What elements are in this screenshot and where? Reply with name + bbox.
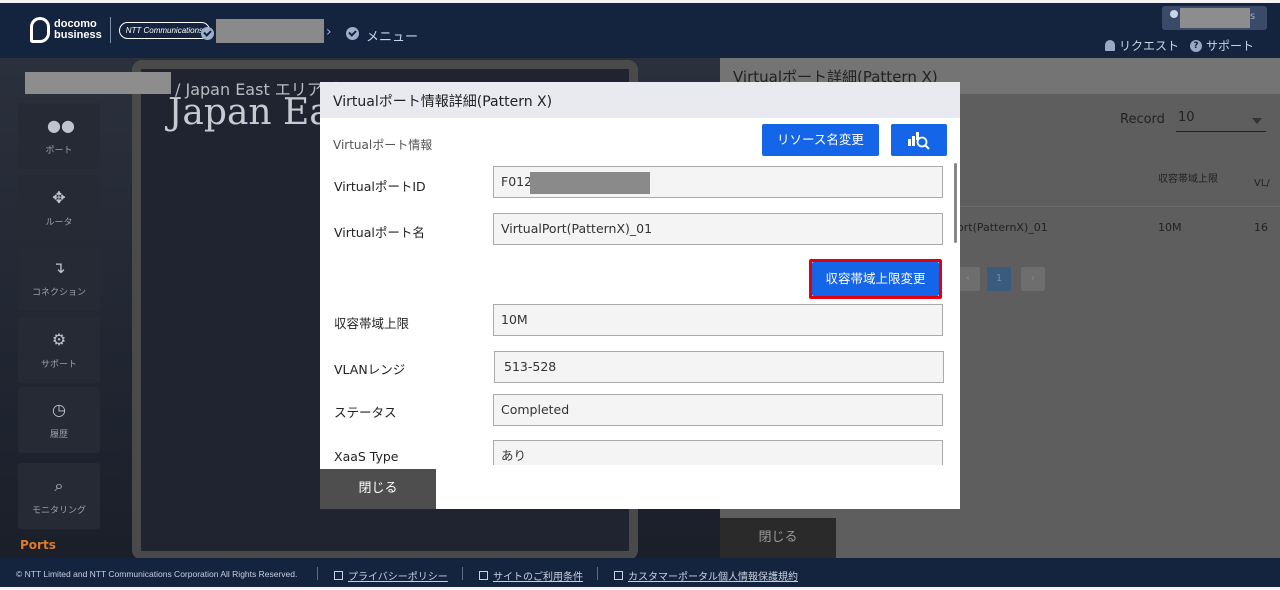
customer-portal-policy-link[interactable]: カスタマーポータル個人情報保護規約 (614, 568, 798, 583)
column-header-vlan: VL/ (1254, 178, 1270, 189)
pagination-next[interactable]: › (1021, 267, 1045, 291)
copyright-text: © NTT Limited and NTT Communications Cor… (16, 569, 298, 579)
sidebar-item-label: 履歴 (49, 430, 68, 440)
router-icon: ✥ (52, 188, 66, 207)
vlan-field: 513-528 (494, 351, 944, 383)
sidebar-item-history[interactable]: ◷ 履歴 (18, 387, 100, 453)
highlight-annotation (809, 259, 942, 299)
privacy-label: プライバシーポリシー (348, 572, 448, 583)
sidebar-item-label: サポート (40, 360, 77, 370)
sidebar: ●● ポート ✥ ルータ ↴ コネクション ⚙ サポート ◷ 履歴 ⌕ モニタリ… (0, 95, 120, 560)
external-link-icon (614, 571, 623, 580)
vlan-label: VLANレンジ (334, 362, 406, 377)
docomo-d-mark (30, 17, 50, 43)
port-id-field: F012 (493, 166, 943, 198)
panel-close-button[interactable]: 閉じる (720, 518, 836, 558)
sidebar-item-port[interactable]: ●● ポート (18, 103, 100, 169)
modal-close-button[interactable]: 閉じる (320, 469, 436, 509)
pagination-page[interactable]: 1 (987, 267, 1011, 291)
port-id-label: VirtualポートID (334, 179, 426, 194)
check-circle-icon (346, 27, 359, 40)
port-name-field: VirtualPort(PatternX)_01 (493, 213, 943, 245)
port-icon: ●● (47, 116, 75, 135)
docomo-business-logo[interactable]: docomo business NTT Communications (30, 17, 211, 43)
external-link-icon (479, 571, 488, 580)
external-link-icon (334, 571, 343, 580)
logo-line2: business (54, 29, 102, 41)
footer-divider (462, 567, 463, 580)
ntt-communications-logo: NTT Communications (118, 21, 211, 39)
port-name-label: Virtualポート名 (334, 225, 425, 240)
column-header-bandwidth: 収容帯域上限 (1158, 174, 1218, 185)
footer-divider (317, 567, 318, 580)
menu-link[interactable]: メニュー (366, 26, 418, 45)
modal-scrollbar[interactable] (954, 163, 957, 243)
virtual-port-info-modal: Virtualポート情報詳細(Pattern X) Virtualポート情報 リ… (320, 82, 960, 509)
bandwidth-label: 収容帯域上限 (334, 316, 410, 331)
cell-vlan: 16 (1254, 221, 1268, 234)
logo-text: docomo business (54, 19, 102, 41)
monitoring-icon: ⌕ (54, 476, 64, 495)
sidebar-item-monitoring[interactable]: ⌕ モニタリング (18, 463, 100, 529)
redacted-breadcrumb (216, 19, 324, 43)
check-circle-icon (201, 27, 214, 40)
status-field: Completed (493, 394, 943, 426)
monitoring-icon (908, 132, 930, 150)
support-link[interactable]: ? サポート (1190, 37, 1254, 54)
record-label: Record (1120, 112, 1165, 127)
cell-bandwidth: 10M (1158, 221, 1182, 234)
record-select[interactable]: 10 (1176, 110, 1266, 132)
history-icon: ◷ (52, 400, 66, 419)
xaas-type-label: XaaS Type (334, 449, 399, 464)
section-label: Virtualポート情報 (333, 138, 433, 152)
user-icon (1170, 10, 1178, 18)
sidebar-item-label: ルータ (45, 218, 73, 228)
terms-label: サイトのご利用条件 (493, 572, 583, 583)
footer: © NTT Limited and NTT Communications Cor… (0, 558, 1280, 590)
cell-port-name: ort(PatternX)_01 (957, 221, 1048, 234)
sidebar-item-router[interactable]: ✥ ルータ (18, 175, 100, 241)
redacted-title (25, 72, 171, 94)
terms-link[interactable]: サイトのご利用条件 (479, 568, 583, 583)
question-icon: ? (1190, 39, 1202, 52)
customer-portal-label: カスタマーポータル個人情報保護規約 (628, 572, 798, 583)
modal-header: Virtualポート情報詳細(Pattern X) (320, 82, 960, 118)
sidebar-item-support[interactable]: ⚙ サポート (18, 317, 100, 383)
privacy-policy-link[interactable]: プライバシーポリシー (334, 568, 448, 583)
redacted-username (1180, 8, 1250, 28)
table-divider (960, 206, 1280, 207)
sidebar-item-label: モニタリング (31, 506, 86, 516)
port-id-value: F012 (501, 174, 533, 189)
request-link[interactable]: リクエスト (1105, 37, 1179, 54)
sidebar-item-connection[interactable]: ↴ コネクション (18, 245, 100, 311)
xaas-type-field: あり (493, 440, 943, 465)
sidebar-item-label: コネクション (31, 288, 86, 298)
chevron-right-icon: › (326, 24, 332, 40)
ports-label: Ports (20, 538, 56, 552)
bell-icon (1105, 40, 1115, 51)
redacted-port-id (530, 172, 650, 194)
logo-divider (109, 17, 111, 43)
sidebar-item-label: ポート (45, 146, 73, 156)
monitoring-button[interactable] (891, 124, 947, 156)
status-label: ステータス (334, 405, 397, 420)
support-label: サポート (1206, 39, 1255, 53)
connection-icon: ↴ (52, 258, 66, 277)
top-header: docomo business NTT Communications › メニュ… (0, 0, 1280, 58)
modal-title: Virtualポート情報詳細(Pattern X) (333, 94, 553, 110)
support-gear-icon: ⚙ (51, 330, 67, 349)
request-label: リクエスト (1119, 39, 1180, 53)
bandwidth-field: 10M (493, 304, 943, 336)
footer-divider (597, 567, 598, 580)
username-suffix: s (1250, 11, 1256, 22)
rename-resource-button[interactable]: リソース名変更 (762, 124, 879, 156)
